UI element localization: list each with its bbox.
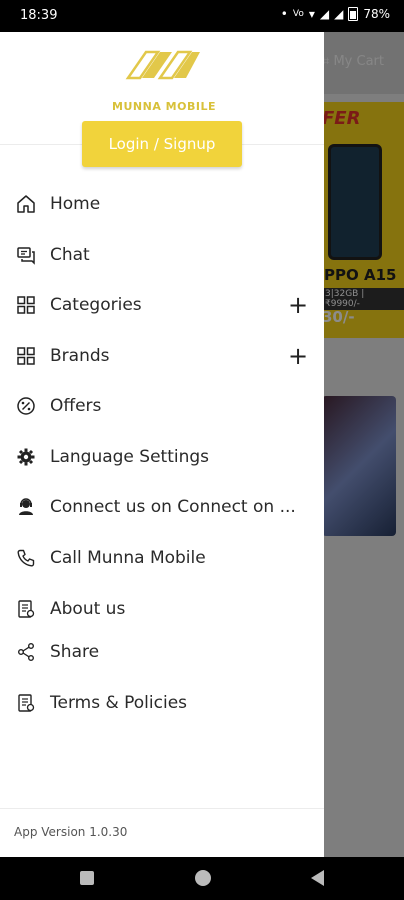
menu-label-offers: Offers	[50, 396, 102, 416]
status-time: 18:39	[20, 8, 58, 23]
chat-icon	[17, 247, 35, 265]
expand-plus-icon[interactable]: +	[288, 291, 308, 319]
menu-label-language-settings: Language Settings	[50, 447, 210, 467]
status-icons: • Vo ▾ ◢ ◢ 78%	[281, 7, 390, 21]
back-button[interactable]	[311, 870, 324, 886]
menu-item-connect[interactable]: Connect us on Connect on ...	[0, 487, 324, 527]
menu-label-brands: Brands	[50, 346, 110, 366]
volte-icon: Vo	[292, 9, 304, 19]
menu-item-brands[interactable]: Brands +	[0, 336, 324, 376]
share-icon	[18, 643, 34, 661]
grid-icon	[17, 347, 35, 365]
menu-label-call: Call Munna Mobile	[50, 548, 206, 568]
menu-label-share: Share	[50, 642, 100, 662]
menu-label-about: About us	[50, 599, 126, 619]
notification-dot-icon: •	[280, 7, 288, 21]
menu-item-chat[interactable]: Chat	[0, 235, 324, 275]
menu-item-terms[interactable]: Terms & Policies	[0, 683, 324, 723]
login-signup-button[interactable]: Login / Signup	[82, 121, 242, 167]
grid-icon	[17, 296, 35, 314]
battery-percent: 78%	[363, 7, 390, 21]
menu-label-connect: Connect us on Connect on ...	[50, 497, 296, 517]
document-icon	[18, 600, 35, 618]
battery-icon	[348, 7, 359, 21]
menu-item-categories[interactable]: Categories +	[0, 285, 324, 325]
expand-plus-icon[interactable]: +	[288, 342, 308, 370]
support-agent-icon	[19, 498, 33, 515]
navigation-drawer: MUNNA MOBILE Login / Signup Home Chat Ca…	[0, 32, 324, 857]
menu-item-offers[interactable]: Offers	[0, 386, 324, 426]
brand-name: MUNNA MOBILE	[112, 100, 216, 113]
percent-icon	[17, 397, 35, 415]
brand-logo-icon	[125, 50, 200, 80]
home-icon	[17, 195, 35, 213]
signal-icon: ◢	[319, 7, 330, 21]
system-navigation-bar	[0, 857, 404, 900]
phone-icon	[17, 549, 35, 567]
gear-icon	[17, 448, 35, 466]
menu-item-share[interactable]: Share	[0, 632, 324, 672]
home-button[interactable]	[195, 870, 211, 886]
status-bar: 18:39 • Vo ▾ ◢ ◢ 78%	[0, 0, 404, 32]
brand-logo: MUNNA MOBILE	[108, 44, 220, 114]
menu-item-language-settings[interactable]: Language Settings	[0, 437, 324, 477]
footer-divider	[0, 808, 324, 809]
signal-icon-2: ◢	[334, 7, 344, 21]
menu-label-terms: Terms & Policies	[50, 693, 188, 713]
menu-label-home: Home	[50, 194, 101, 214]
menu-item-about[interactable]: About us	[0, 589, 324, 629]
menu-label-categories: Categories	[50, 295, 142, 315]
policy-icon	[18, 694, 35, 712]
app-version: App Version 1.0.30	[14, 825, 128, 839]
recents-button[interactable]	[80, 871, 94, 885]
wifi-icon: ▾	[308, 7, 315, 21]
menu-label-chat: Chat	[50, 245, 90, 265]
menu-item-home[interactable]: Home	[0, 184, 324, 224]
menu-item-call[interactable]: Call Munna Mobile	[0, 538, 324, 578]
